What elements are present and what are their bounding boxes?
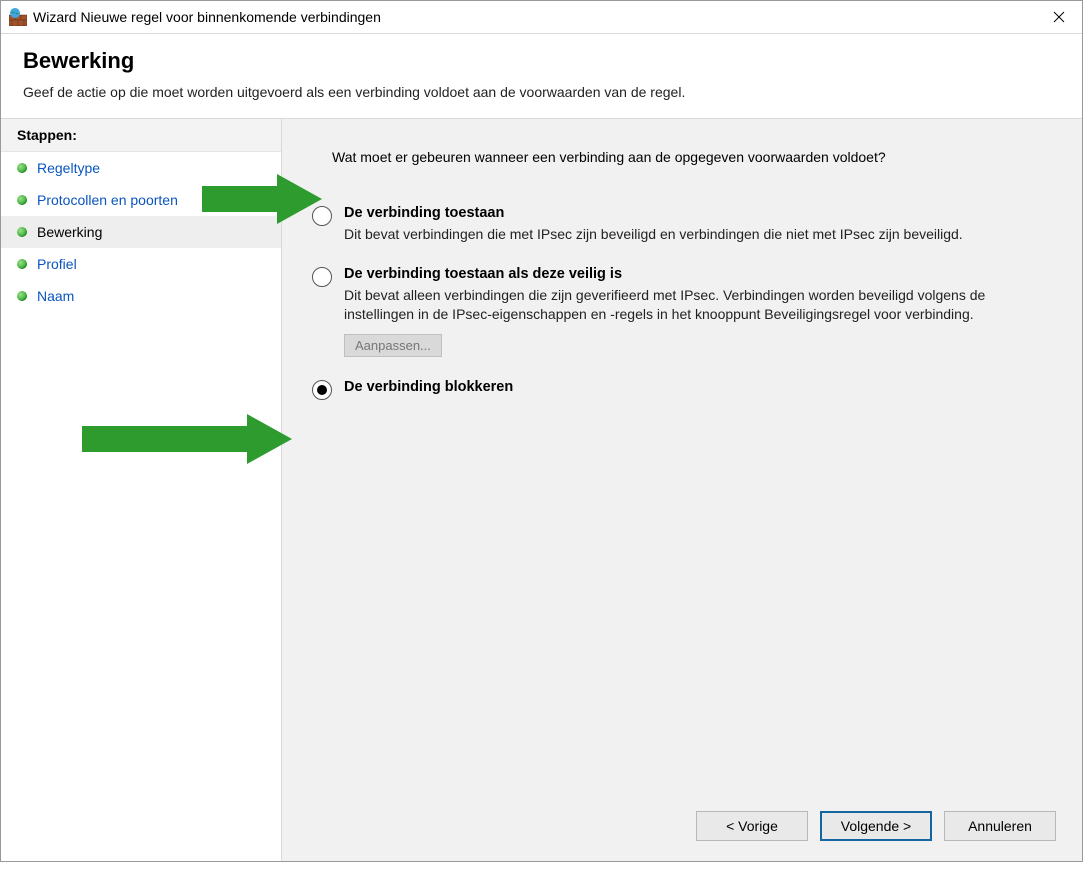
step-bullet-icon xyxy=(17,227,27,237)
step-label: Regeltype xyxy=(37,160,100,176)
step-protocollen-en-poorten[interactable]: Protocollen en poorten xyxy=(1,184,281,216)
option-title: De verbinding blokkeren xyxy=(344,379,1052,395)
wizard-footer: < Vorige Volgende > Annuleren xyxy=(696,811,1056,841)
step-label: Naam xyxy=(37,288,74,304)
step-bewerking[interactable]: Bewerking xyxy=(1,216,281,248)
cancel-button[interactable]: Annuleren xyxy=(944,811,1056,841)
firewall-icon xyxy=(9,8,27,26)
action-question: Wat moet er gebeuren wanneer een verbind… xyxy=(332,149,1052,165)
option-desc: Dit bevat alleen verbindingen die zijn g… xyxy=(344,286,1024,324)
steps-list: Regeltype Protocollen en poorten Bewerki… xyxy=(1,152,281,312)
option-allow-secure: De verbinding toestaan als deze veilig i… xyxy=(312,266,1052,357)
steps-header: Stappen: xyxy=(1,119,281,152)
wizard-window: Wizard Nieuwe regel voor binnenkomende v… xyxy=(0,0,1083,862)
step-label: Protocollen en poorten xyxy=(37,192,178,208)
wizard-body: Stappen: Regeltype Protocollen en poorte… xyxy=(1,119,1082,861)
step-bullet-icon xyxy=(17,291,27,301)
titlebar: Wizard Nieuwe regel voor binnenkomende v… xyxy=(1,1,1082,34)
page-subtitle: Geef de actie op die moet worden uitgevo… xyxy=(23,84,1060,100)
step-label: Bewerking xyxy=(37,224,102,240)
radio-allow-secure[interactable] xyxy=(312,267,332,287)
option-title: De verbinding toestaan xyxy=(344,205,1052,221)
next-button[interactable]: Volgende > xyxy=(820,811,932,841)
step-bullet-icon xyxy=(17,195,27,205)
option-block: De verbinding blokkeren xyxy=(312,379,1052,400)
wizard-main: Wat moet er gebeuren wanneer een verbind… xyxy=(282,119,1082,861)
radio-block[interactable] xyxy=(312,380,332,400)
steps-sidebar: Stappen: Regeltype Protocollen en poorte… xyxy=(1,119,282,861)
close-icon xyxy=(1053,11,1065,23)
wizard-header: Bewerking Geef de actie op die moet word… xyxy=(1,34,1082,119)
close-button[interactable] xyxy=(1036,1,1082,33)
option-allow: De verbinding toestaan Dit bevat verbind… xyxy=(312,205,1052,244)
customize-button: Aanpassen... xyxy=(344,334,442,357)
page-title: Bewerking xyxy=(23,48,1060,74)
option-desc: Dit bevat verbindingen die met IPsec zij… xyxy=(344,225,1024,244)
step-bullet-icon xyxy=(17,163,27,173)
option-title: De verbinding toestaan als deze veilig i… xyxy=(344,266,1052,282)
radio-allow[interactable] xyxy=(312,206,332,226)
step-label: Profiel xyxy=(37,256,77,272)
back-button[interactable]: < Vorige xyxy=(696,811,808,841)
titlebar-title: Wizard Nieuwe regel voor binnenkomende v… xyxy=(33,9,1036,25)
step-bullet-icon xyxy=(17,259,27,269)
step-naam[interactable]: Naam xyxy=(1,280,281,312)
step-regeltype[interactable]: Regeltype xyxy=(1,152,281,184)
step-profiel[interactable]: Profiel xyxy=(1,248,281,280)
